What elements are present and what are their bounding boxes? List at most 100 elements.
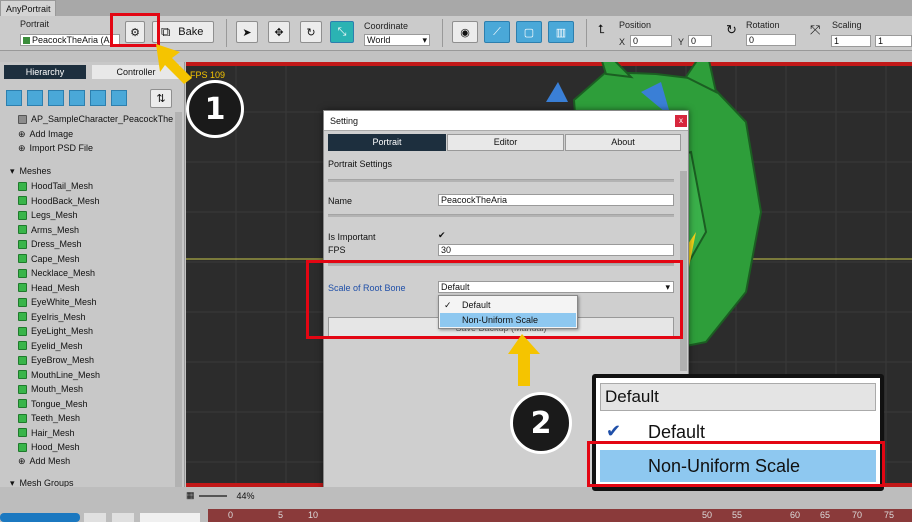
mesh-item[interactable]: Cape_Mesh [18,252,80,266]
arrow-1 [156,44,192,84]
filter-animation-icon[interactable] [90,90,106,106]
scale-x-field[interactable]: 1 [831,35,871,47]
mesh-item[interactable]: Head_Mesh [18,281,80,295]
position-y-field[interactable]: 0 [688,35,712,47]
important-checkbox[interactable]: ✔ [438,230,446,241]
mesh-view-button[interactable]: ▢ [516,21,542,43]
mesh-item[interactable]: Hood_Mesh [18,440,80,454]
mesh-icon [18,268,27,278]
scale-y-field[interactable]: 1 [875,35,912,47]
mesh-item[interactable]: Mouth_Mesh [18,382,83,396]
mesh-item-label: EyeWhite_Mesh [31,297,97,307]
toolbar-divider [226,19,227,47]
hierarchy-filter-bar [6,90,127,106]
rotate-tool-button[interactable]: ↻ [300,21,322,43]
filter-mesh-icon[interactable] [48,90,64,106]
filter-param-icon[interactable] [111,90,127,106]
section-title: Portrait Settings [328,159,393,169]
portrait-select-value: PeacockTheAria (A [32,34,110,45]
rotation-field[interactable]: 0 [746,34,796,46]
position-x-field[interactable]: 0 [630,35,672,47]
timeline-tool-button[interactable] [84,513,106,522]
mesh-item[interactable]: HoodBack_Mesh [18,194,100,208]
mesh-icon [18,210,27,220]
dialog-title: Setting [330,116,359,126]
window-tab[interactable]: AnyPortrait [0,0,56,16]
name-field[interactable]: PeacockTheAria [438,194,674,206]
timeline-tool-button[interactable] [112,513,134,522]
select-tool-button[interactable]: ➤ [236,21,258,43]
meshes-header[interactable]: ▾ Meshes [10,164,51,178]
zoom-control[interactable]: ▦ 44% [186,490,255,501]
sort-button[interactable]: ⇅ [150,89,172,108]
tab-about[interactable]: About [565,134,681,151]
mesh-icon [18,370,27,379]
coordinate-select[interactable]: World ▾ [364,34,430,46]
mesh-item[interactable]: Tongue_Mesh [18,397,88,411]
mesh-icon [18,239,27,249]
mesh-item[interactable]: EyeWhite_Mesh [18,295,97,309]
scale-tool-button[interactable]: ⤡ [330,21,354,43]
add-image-item[interactable]: ⊕ Add Image [18,127,73,141]
import-psd-item[interactable]: ⊕ Import PSD File [18,141,93,155]
hierarchy-scrollbar[interactable] [175,112,182,520]
fps-label: FPS [328,245,346,255]
timeline-tick-label: 5 [278,510,284,520]
onion-button[interactable]: ◉ [452,21,478,43]
rotation-label: Rotation [746,20,780,30]
mesh-item[interactable]: Hair_Mesh [18,426,75,440]
portrait-select[interactable]: PeacockTheAria (A [20,34,120,46]
import-psd-label: Import PSD File [29,143,94,153]
filter-image-icon[interactable] [27,90,43,106]
rotate-icon: ↻ [306,26,316,39]
close-button[interactable]: x [675,115,687,127]
scaling-label: Scaling [832,20,862,30]
mesh-item-label: Hair_Mesh [31,427,75,438]
timeline-ticks: 0 5 10 50 55 60 65 70 75 [208,510,912,522]
mesh-item[interactable]: Eyelid_Mesh [18,339,83,353]
mesh-item[interactable]: Dress_Mesh [18,237,82,251]
callout-box-zoom [587,441,885,487]
add-mesh-item[interactable]: ⊕ Add Mesh [18,454,70,468]
mesh-item-label: Eyelid_Mesh [31,340,83,351]
app-window: AnyPortrait Portrait PeacockTheAria (A ⚙… [0,0,912,522]
filter-root-icon[interactable] [6,90,22,106]
mesh-icon [18,283,27,292]
mesh-item-label: Tongue_Mesh [31,398,88,409]
toolbar-divider [586,19,587,47]
move-tool-button[interactable]: ✥ [268,21,290,43]
mesh-item[interactable]: MouthLine_Mesh [18,368,100,382]
fps-field[interactable]: 30 [438,244,674,256]
bone-view-button[interactable]: ⟋ [484,21,510,43]
timeline-play-button[interactable] [0,513,80,522]
hierarchy-tree: AP_SampleCharacter_PeacockThe ⊕ Add Image… [0,110,173,522]
mesh-item[interactable]: Necklace_Mesh [18,266,95,280]
tab-portrait[interactable]: Portrait [328,134,446,151]
mesh-item[interactable]: EyeBrow_Mesh [18,353,94,367]
step-badge-2: 2 [510,392,572,454]
tab-editor[interactable]: Editor [447,134,564,151]
zoom-select-header: Default [600,383,876,411]
position-label: Position [619,20,652,30]
timeline-tick-label: 0 [228,510,234,520]
mesh-item[interactable]: Legs_Mesh [18,208,78,222]
add-mesh-label: Add Mesh [29,456,71,466]
physics-view-button[interactable]: ▥ [548,21,574,43]
tree-root-item[interactable]: AP_SampleCharacter_PeacockThe [18,112,173,126]
mesh-item-label: Necklace_Mesh [31,268,96,278]
filter-group-icon[interactable] [69,90,85,106]
rotation-icon: ↻ [726,22,737,37]
mesh-item-label: Teeth_Mesh [31,413,81,423]
zoom-slider[interactable] [198,494,227,497]
coordinate-select-value: World [367,35,391,45]
position-y-label: Y [678,37,685,47]
mesh-icon [18,442,27,452]
timeline-tool-button[interactable] [140,513,200,522]
mesh-item[interactable]: HoodTail_Mesh [18,179,93,193]
mesh-item[interactable]: Arms_Mesh [18,223,79,237]
mesh-item[interactable]: EyeLight_Mesh [18,324,93,338]
tab-hierarchy[interactable]: Hierarchy [4,65,86,79]
hierarchy-panel: Hierarchy Controller ⇅ AP_SampleCharacte… [0,62,185,522]
mesh-item[interactable]: EyeIris_Mesh [18,310,86,324]
mesh-item[interactable]: Teeth_Mesh [18,411,80,425]
